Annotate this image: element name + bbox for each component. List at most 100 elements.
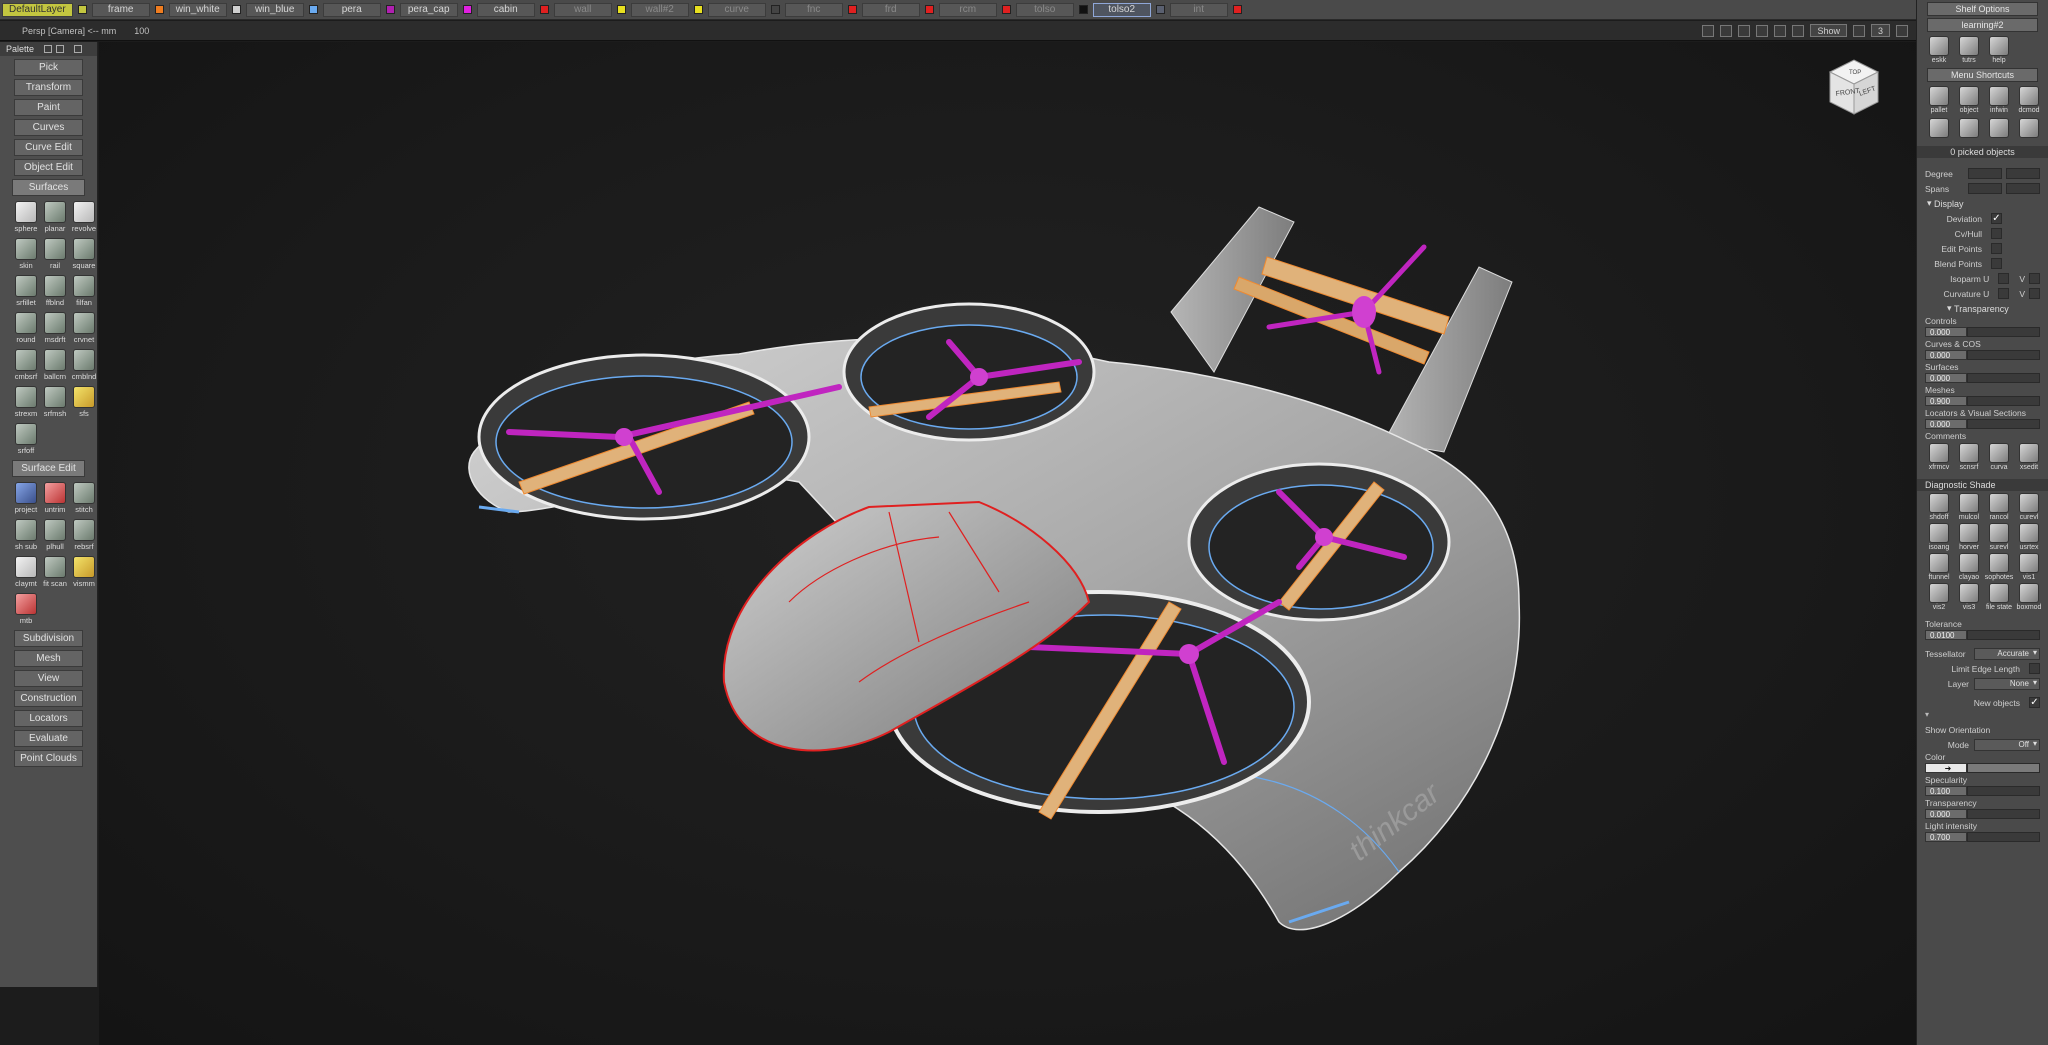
tool-fit-scan[interactable]: fit scan bbox=[41, 556, 69, 588]
tool-claymt[interactable]: claymt bbox=[12, 556, 40, 588]
shortcut-pick[interactable] bbox=[1955, 118, 1983, 138]
tool-strexm[interactable]: strexm bbox=[12, 386, 40, 418]
spans-field[interactable] bbox=[1968, 183, 2002, 194]
palette-object-edit-button[interactable]: Object Edit bbox=[14, 159, 83, 176]
tool-srfillet[interactable]: srfillet bbox=[12, 275, 40, 307]
shelf-file-state[interactable]: file state bbox=[1985, 583, 2013, 611]
shelf-ftunnel[interactable]: ftunnel bbox=[1925, 553, 1953, 581]
layer-color-swatch[interactable] bbox=[539, 5, 549, 14]
layer-color-swatch[interactable] bbox=[770, 5, 780, 14]
palette-evaluate-button[interactable]: Evaluate bbox=[14, 730, 83, 747]
layer-curve[interactable]: curve bbox=[707, 2, 766, 17]
specularity-value[interactable]: 0.100 bbox=[1925, 786, 1967, 796]
layer-color-swatch[interactable] bbox=[1155, 5, 1165, 14]
close-view-icon[interactable] bbox=[1896, 24, 1908, 37]
shelf-usrtex[interactable]: usrtex bbox=[2015, 523, 2043, 551]
layer-color-swatch[interactable] bbox=[616, 5, 626, 14]
layer-win-blue[interactable]: win_blue bbox=[245, 2, 304, 17]
color-slider[interactable] bbox=[1967, 763, 2040, 773]
light-intensity-value[interactable]: 0.700 bbox=[1925, 832, 1967, 842]
tessellator-dropdown[interactable]: Accurate bbox=[1974, 647, 2040, 660]
layer-frd[interactable]: frd bbox=[861, 2, 920, 17]
palette-pick-button[interactable]: Pick bbox=[14, 59, 83, 76]
layer-color-swatch[interactable] bbox=[154, 5, 164, 14]
shelf-options-button[interactable]: Shelf Options bbox=[1927, 2, 2038, 16]
shelf-horver[interactable]: horver bbox=[1955, 523, 1983, 551]
shelf-scnsrf[interactable]: scnsrf bbox=[1955, 443, 1983, 471]
layer-win-white[interactable]: win_white bbox=[168, 2, 227, 17]
menu-shortcuts-tab[interactable]: Menu Shortcuts bbox=[1927, 68, 2038, 82]
view-toggle-icon[interactable] bbox=[1774, 24, 1787, 37]
view-toggle-icon[interactable] bbox=[1756, 24, 1769, 37]
shortcut-light[interactable] bbox=[1985, 118, 2013, 138]
shelf-curevl[interactable]: curevl bbox=[2015, 493, 2043, 521]
tool-vismm[interactable]: vismm bbox=[70, 556, 98, 588]
tool-skin[interactable]: skin bbox=[12, 238, 40, 270]
tool-ballcrn[interactable]: ballcrn bbox=[41, 349, 69, 381]
shelf-vis3[interactable]: vis3 bbox=[1955, 583, 1983, 611]
layer-wall[interactable]: wall bbox=[553, 2, 612, 17]
layer-color-swatch[interactable] bbox=[847, 5, 857, 14]
show-button[interactable]: Show bbox=[1810, 24, 1847, 37]
tool-round[interactable]: round bbox=[12, 312, 40, 344]
tool-cmbsrf[interactable]: cmbsrf bbox=[12, 349, 40, 381]
view-number[interactable]: 3 bbox=[1870, 24, 1890, 37]
color-swatch[interactable]: ➜ bbox=[1925, 763, 1967, 773]
layer-tolso2[interactable]: tolso2 bbox=[1092, 2, 1151, 17]
shelf-isoang[interactable]: isoang bbox=[1925, 523, 1953, 551]
surfaces-section[interactable]: Surfaces bbox=[12, 179, 85, 196]
transparency2-value[interactable]: 0.000 bbox=[1925, 809, 1967, 819]
tool-rebsrf[interactable]: rebsrf bbox=[70, 519, 98, 551]
specularity-slider[interactable] bbox=[1967, 786, 2040, 796]
layer-int[interactable]: int bbox=[1169, 2, 1228, 17]
shortcut-scale[interactable] bbox=[2015, 118, 2043, 138]
transparency-value[interactable]: 0.000 bbox=[1925, 350, 1967, 360]
surface-edit-section[interactable]: Surface Edit bbox=[12, 460, 85, 477]
tool-untrim[interactable]: untrim bbox=[41, 482, 69, 514]
spans-field-v[interactable] bbox=[2006, 183, 2040, 194]
close-icon[interactable] bbox=[74, 45, 83, 53]
transparency-slider[interactable] bbox=[1967, 373, 2040, 383]
layer-defaultlayer[interactable]: DefaultLayer bbox=[2, 2, 73, 17]
transparency-slider[interactable] bbox=[1967, 396, 2040, 406]
palette-view-button[interactable]: View bbox=[14, 670, 83, 687]
layer-cabin[interactable]: cabin bbox=[476, 2, 535, 17]
palette-subdivision-button[interactable]: Subdivision bbox=[14, 630, 83, 647]
tool-sphere[interactable]: sphere bbox=[12, 201, 40, 233]
layer-color-swatch[interactable] bbox=[1001, 5, 1011, 14]
shelf-rancol[interactable]: rancol bbox=[1985, 493, 2013, 521]
layer-color-swatch[interactable] bbox=[1078, 5, 1088, 14]
layer-dropdown[interactable]: None bbox=[1974, 677, 2040, 690]
tool-crnblnd[interactable]: crnblnd bbox=[70, 349, 98, 381]
shelf-sophotes[interactable]: sophotes bbox=[1985, 553, 2013, 581]
tool-sh-sub[interactable]: sh sub bbox=[12, 519, 40, 551]
tool-revolve[interactable]: revolve bbox=[70, 201, 98, 233]
shelf-infwin[interactable]: infwin bbox=[1985, 86, 2013, 114]
palette-locators-button[interactable]: Locators bbox=[14, 710, 83, 727]
shelf-xsedit[interactable]: xsedit bbox=[2015, 443, 2043, 471]
palette-mesh-button[interactable]: Mesh bbox=[14, 650, 83, 667]
degree-field[interactable] bbox=[1968, 168, 2002, 179]
tool-srfoff[interactable]: srfoff bbox=[12, 423, 40, 455]
light-intensity-slider[interactable] bbox=[1967, 832, 2040, 842]
new-objects-checkbox[interactable]: ✓ bbox=[2029, 697, 2040, 708]
shelf-tab[interactable]: learning#2 bbox=[1927, 18, 2038, 32]
palette-transform-button[interactable]: Transform bbox=[14, 79, 83, 96]
display-section[interactable]: ▾ Display bbox=[1917, 196, 2048, 211]
tool-ffblnd[interactable]: ffblnd bbox=[41, 275, 69, 307]
palette-curves-button[interactable]: Curves bbox=[14, 119, 83, 136]
tool-plhull[interactable]: plhull bbox=[41, 519, 69, 551]
layer-rcm[interactable]: rcm bbox=[938, 2, 997, 17]
transparency-value[interactable]: 0.000 bbox=[1925, 373, 1967, 383]
transparency-value[interactable]: 0.000 bbox=[1925, 419, 1967, 429]
layer-tolso[interactable]: tolso bbox=[1015, 2, 1074, 17]
layer-color-swatch[interactable] bbox=[924, 5, 934, 14]
layer-wall-2[interactable]: wall#2 bbox=[630, 2, 689, 17]
layer-color-swatch[interactable] bbox=[308, 5, 318, 14]
layer-color-swatch[interactable] bbox=[693, 5, 703, 14]
palette-paint-button[interactable]: Paint bbox=[14, 99, 83, 116]
collapse-arrow-icon[interactable]: ▾ bbox=[1917, 710, 2048, 722]
shelf-xfrmcv[interactable]: xfrmcv bbox=[1925, 443, 1953, 471]
transparency-slider[interactable] bbox=[1967, 419, 2040, 429]
camera-label[interactable]: Persp [Camera] <-- mm bbox=[22, 26, 116, 36]
